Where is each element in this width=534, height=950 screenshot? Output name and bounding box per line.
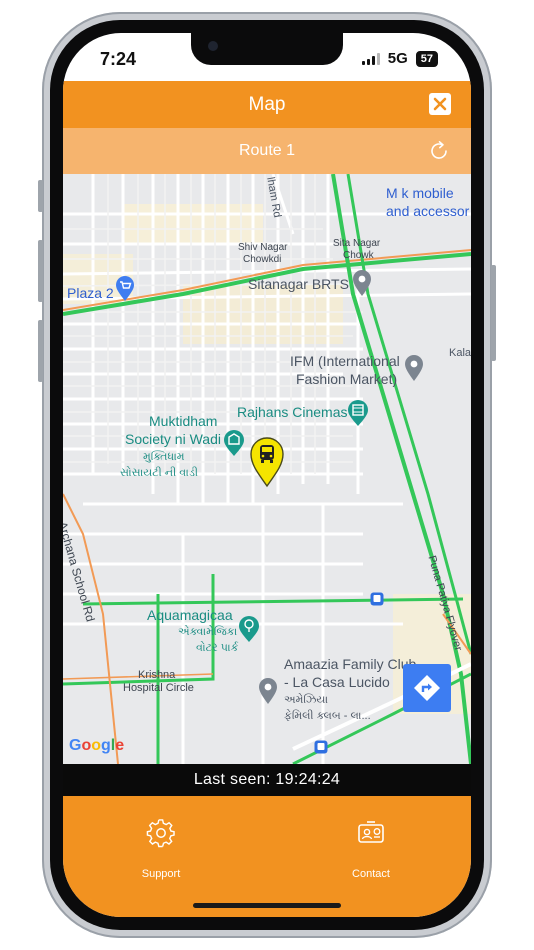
network-type: 5G [387,50,408,67]
poi-muktidham[interactable]: Muktidham [149,414,217,429]
label-chowk: Chowk [343,250,374,261]
battery-icon: 57 [415,50,438,67]
bus-stop-icon[interactable] [314,740,328,754]
status-time: 7:24 [100,49,137,69]
refresh-icon[interactable] [427,139,451,163]
close-button[interactable] [429,93,451,115]
page-title: Map [248,93,286,115]
bus-stop-icon[interactable] [370,592,384,606]
signal-icon [361,52,380,65]
app-header: Map [63,81,471,128]
poi-ifm-line2: Fashion Market) [296,371,398,387]
screen: 7:24 5G 57 Map Route 1 lham Rd M k mobil… [63,33,471,917]
last-seen-bar: Last seen: 19:24:24 [63,764,471,796]
poi-aquamagicaa-guj2: વોટર પાર્ક [196,642,239,654]
place-pin-icon[interactable] [258,677,278,705]
place-pin-icon[interactable] [404,354,424,382]
camera-icon [208,41,218,51]
poi-mk-mobile-line2: and accessor [386,203,470,219]
map-view[interactable]: lham Rd M k mobile and accessor Shiv Nag… [63,174,471,764]
water-park-pin-icon[interactable] [238,615,260,643]
silent-switch [38,180,43,212]
poi-amaazia-line2: - La Casa Lucido [284,674,390,690]
shopping-cart-pin-icon[interactable] [115,276,135,302]
poi-aquamagicaa[interactable]: Aquamagicaa [147,608,233,623]
poi-aquamagicaa-guj1: એક્વામેજિકા [178,626,238,638]
notch [191,33,343,65]
poi-amaazia[interactable]: Amaazia Family Club [284,657,416,672]
place-pin-icon[interactable] [352,269,372,297]
tab-support-label: Support [141,868,181,880]
last-seen-text: Last seen: 19:24:24 [193,771,341,788]
poi-mk-mobile[interactable]: M k mobile [386,186,454,201]
poi-muktidham-guj1: મુક્તિધામ [143,451,185,463]
route-bar: Route 1 [63,128,471,174]
volume-down-button [38,320,43,382]
poi-plaza2[interactable]: Plaza 2 [67,286,114,301]
label-hospital-circle: Hospital Circle [123,682,194,694]
bottom-tab-bar: Support Contact [63,796,471,917]
directions-button[interactable] [403,664,451,712]
poi-sitanagar-brts[interactable]: Sitanagar BRTS [248,277,349,292]
label-kala: Kala [449,347,471,359]
status-icons: 5G 57 [361,50,438,67]
power-button [491,265,496,361]
park-pin-icon[interactable] [223,429,245,457]
home-indicator[interactable] [193,903,341,908]
label-chowkdi: Chowkdi [243,254,282,265]
tab-contact-label: Contact [352,868,390,880]
poi-ifm[interactable]: IFM (International [290,354,400,369]
route-name: Route 1 [238,142,296,159]
cinema-pin-icon[interactable] [347,399,369,427]
poi-amaazia-guj2: ફેમિલી ક્લબ - લા... [284,710,371,722]
volume-up-button [38,240,43,302]
directions-icon [414,675,440,701]
bus-marker-icon[interactable] [249,436,285,488]
close-icon [433,97,447,111]
poi-amaazia-guj1: અમેઝિયા [284,694,329,706]
tab-support[interactable]: Support [101,818,221,880]
contact-card-icon [358,821,384,843]
gear-icon [146,819,175,848]
tab-contact[interactable]: Contact [311,818,431,880]
google-logo: Google [69,737,125,754]
poi-muktidham-line2: Society ni Wadi [125,431,221,447]
poi-rajhans[interactable]: Rajhans Cinemas [237,405,348,420]
poi-muktidham-guj2: સોસાયટી ની વાડી [120,467,199,479]
